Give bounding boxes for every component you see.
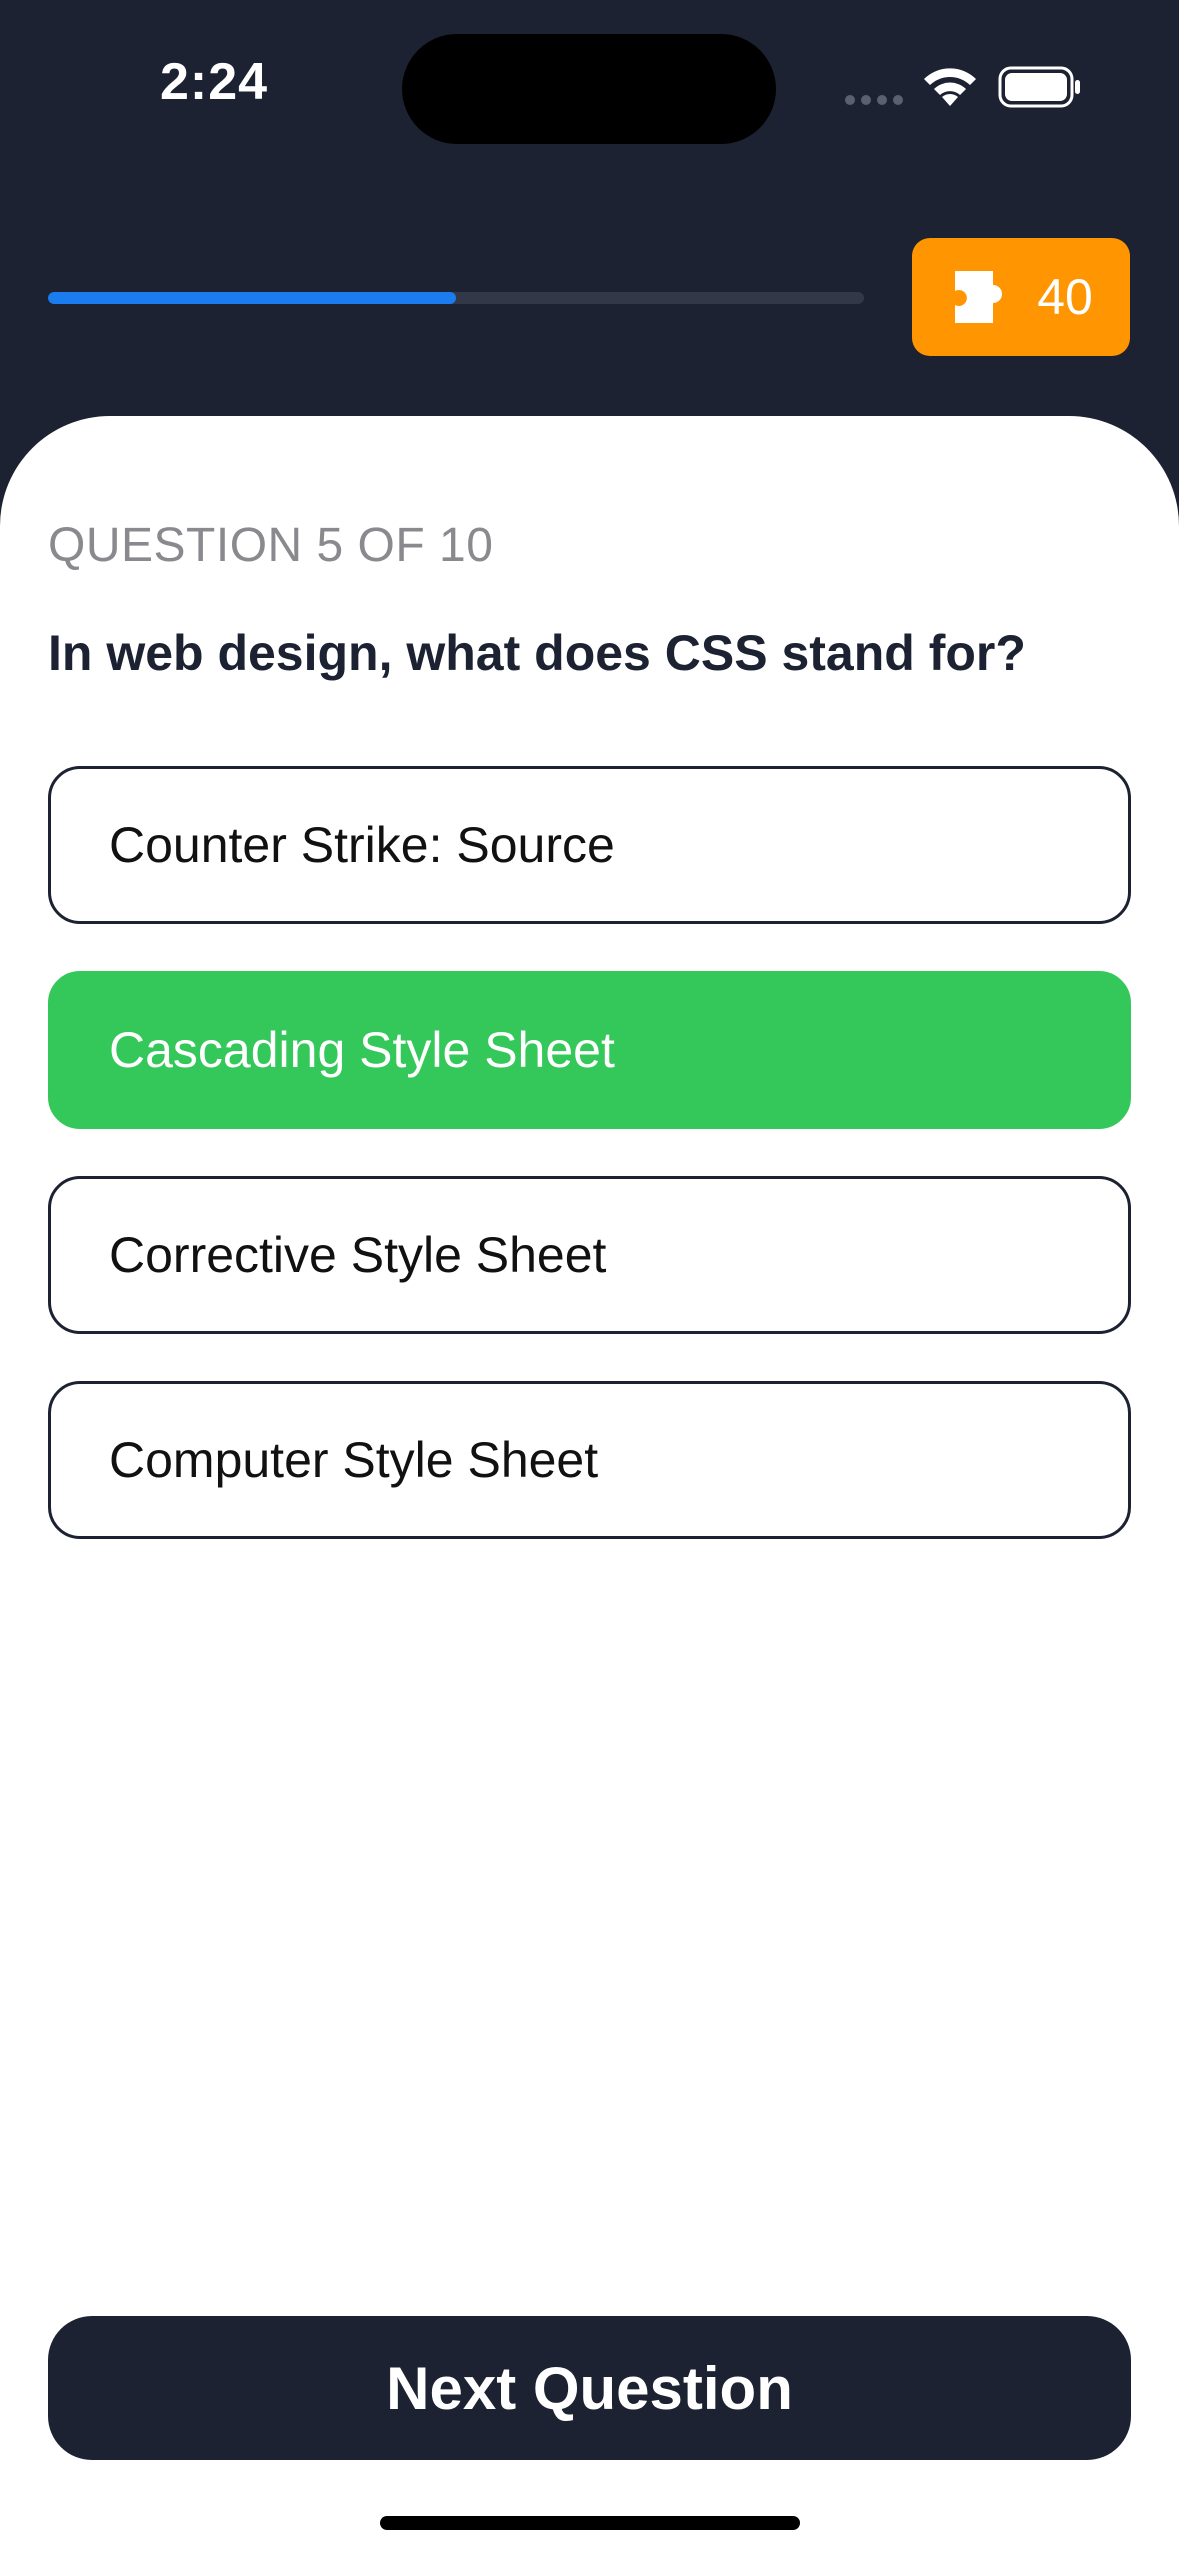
cellular-signal-icon <box>845 95 903 105</box>
battery-icon <box>998 66 1080 108</box>
question-counter: QUESTION 5 OF 10 <box>48 519 494 572</box>
status-bar: 2:24 <box>0 0 1179 180</box>
answer-option-label: Corrective Style Sheet <box>109 1227 607 1283</box>
quiz-progress-fill <box>48 292 456 304</box>
answer-option-label: Counter Strike: Source <box>109 817 615 873</box>
answer-list: Counter Strike: Source Cascading Style S… <box>48 766 1131 1586</box>
status-time: 2:24 <box>160 53 269 111</box>
answer-option-label: Cascading Style Sheet <box>109 1022 615 1078</box>
score-badge: 40 <box>912 238 1130 356</box>
quiz-progress-bar <box>48 292 864 304</box>
question-text: In web design, what does CSS stand for? <box>48 625 1026 681</box>
answer-option-3[interactable]: Corrective Style Sheet <box>48 1176 1131 1334</box>
answer-option-1[interactable]: Counter Strike: Source <box>48 766 1131 924</box>
answer-option-4[interactable]: Computer Style Sheet <box>48 1381 1131 1539</box>
home-indicator <box>380 2516 800 2530</box>
wifi-icon <box>924 68 976 106</box>
score-value: 40 <box>1037 269 1093 325</box>
answer-option-2[interactable]: Cascading Style Sheet <box>48 971 1131 1129</box>
dynamic-island <box>402 34 776 144</box>
answer-option-label: Computer Style Sheet <box>109 1432 599 1488</box>
puzzle-piece-icon <box>955 271 1003 323</box>
next-question-button[interactable]: Next Question <box>48 2316 1131 2460</box>
